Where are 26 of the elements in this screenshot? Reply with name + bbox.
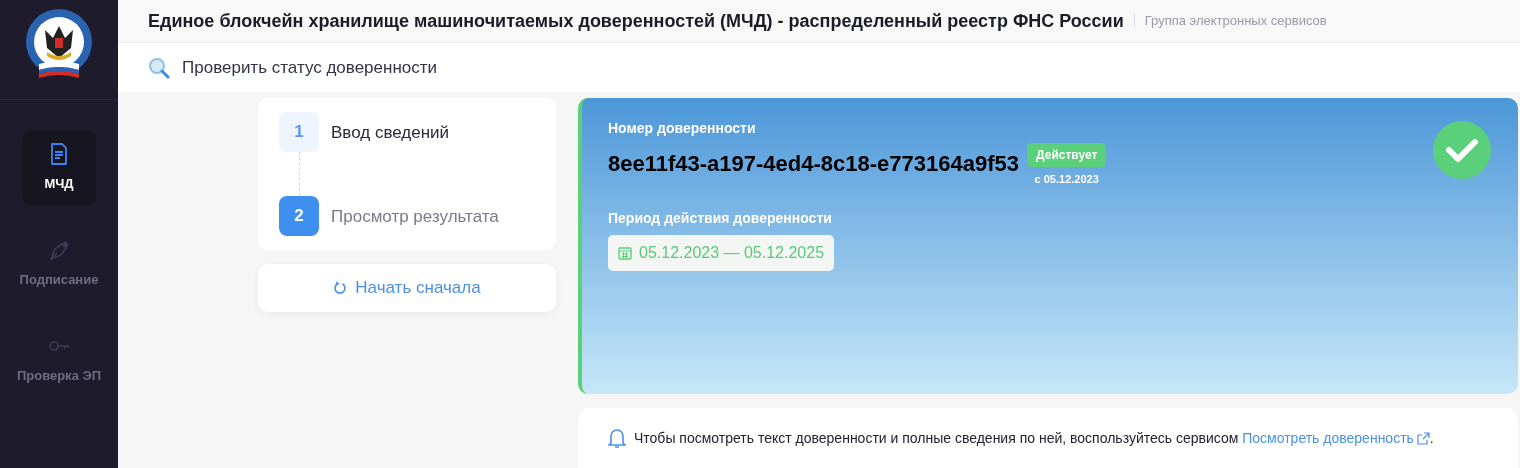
page-title: Проверить статус доверенности xyxy=(182,56,438,79)
bell-icon xyxy=(608,427,626,449)
sidebar-item[interactable]: Проверка ЭП xyxy=(0,322,118,398)
emblem-icon xyxy=(25,8,93,80)
header-subtitle: Группа электронных сервисов xyxy=(1144,12,1327,31)
restart-button[interactable]: Начать сначала xyxy=(258,264,556,312)
pen-icon xyxy=(47,238,71,263)
period-field: 05.12.2023 — 05.12.2025 xyxy=(608,234,835,271)
sidebar-item[interactable]: Подписание xyxy=(0,226,118,302)
calendar-icon xyxy=(618,245,632,260)
refresh-icon xyxy=(333,281,348,295)
search-icon xyxy=(148,56,170,79)
header-title: Единое блокчейн хранилище машиночитаемых доверенностей (МЧД) - распределенный реестр ФНС России xyxy=(148,9,1124,33)
external-link-icon xyxy=(1416,431,1430,445)
sidebar-item[interactable]: МЧД xyxy=(22,130,96,206)
step-number: 2 xyxy=(279,196,319,236)
field-label: Период действия доверенности xyxy=(608,208,833,228)
view-link[interactable]: Посмотреть доверенность xyxy=(1242,427,1430,449)
step-label: Ввод сведений xyxy=(331,122,450,144)
power-of-attorney-number: 8ee11f43-a197-4ed4-8c18-e773164a9f53 xyxy=(608,150,1019,178)
status-date: с 05.12.2023 xyxy=(1034,172,1099,187)
field-label: Номер доверенности xyxy=(608,119,757,138)
step-number: 1 xyxy=(279,112,319,152)
step-label: Просмотр результата xyxy=(331,206,499,228)
notice-text: Чтобы посмотреть текст доверенности и полные сведения по ней, воспользуйтесь сервисом Посмотреть доверенность . xyxy=(634,427,1434,449)
status-badge: Действует xyxy=(1027,143,1107,167)
